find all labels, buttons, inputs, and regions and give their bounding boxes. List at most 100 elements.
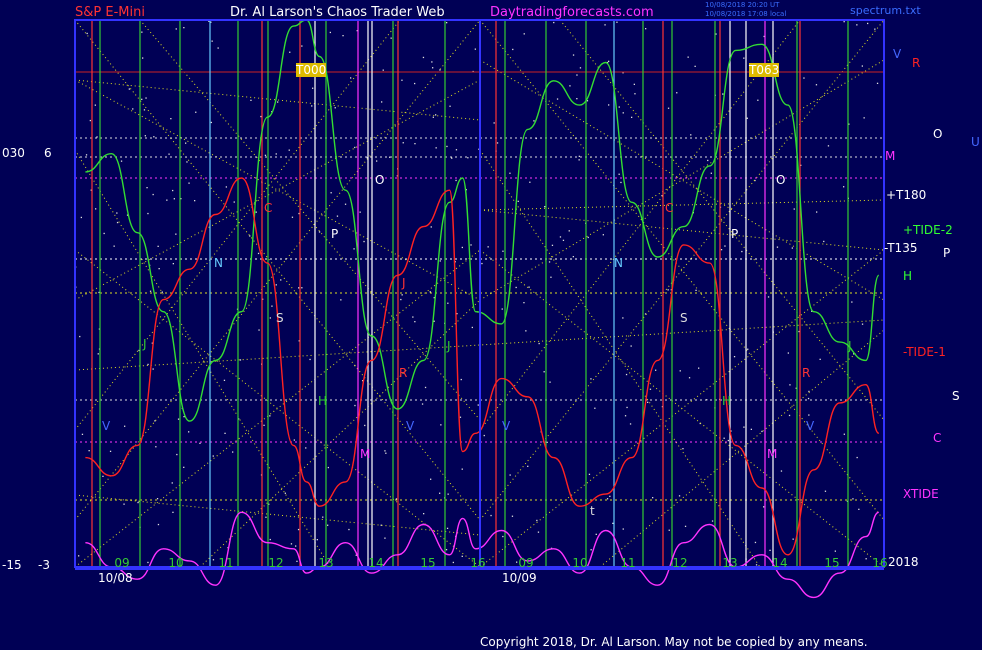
star-dot xyxy=(142,57,144,59)
star-dot xyxy=(620,181,622,184)
marker-t000: T000 xyxy=(296,63,327,77)
star-dot xyxy=(263,424,265,426)
event-letter: S xyxy=(276,311,284,325)
star-dot xyxy=(103,232,105,235)
star-dot xyxy=(843,186,845,188)
star-dot xyxy=(183,466,185,468)
star-dot xyxy=(446,527,449,529)
star-dot xyxy=(538,342,540,345)
star-dot xyxy=(467,157,469,159)
star-dot xyxy=(568,230,570,232)
star-dot xyxy=(166,199,168,201)
star-dot xyxy=(336,215,339,217)
star-dot xyxy=(722,93,724,95)
star-dot xyxy=(815,84,818,86)
event-letter: J xyxy=(847,339,852,353)
star-dot xyxy=(856,456,858,459)
hour-tick-label: 14 xyxy=(368,556,383,570)
star-dot xyxy=(342,35,344,37)
star-dot xyxy=(340,299,342,301)
star-dot xyxy=(481,262,483,265)
star-dot xyxy=(88,450,90,452)
star-dot xyxy=(354,146,356,149)
site-link[interactable]: Daytradingforecasts.com xyxy=(490,5,654,20)
star-dot xyxy=(695,289,697,291)
right-label-o: O xyxy=(933,127,943,141)
star-dot xyxy=(509,474,511,476)
star-dot xyxy=(490,514,492,517)
right-label-p: P xyxy=(943,246,951,260)
star-dot xyxy=(430,478,432,480)
star-dot xyxy=(647,401,649,403)
hour-tick-label: 09 xyxy=(114,556,129,570)
hour-tick-label: 12 xyxy=(268,556,283,570)
star-dot xyxy=(429,291,431,293)
star-dot xyxy=(439,260,441,262)
star-dot xyxy=(763,506,765,508)
star-dot xyxy=(788,414,791,417)
star-dot xyxy=(264,154,267,156)
star-dot xyxy=(861,323,864,325)
event-letter: H xyxy=(318,394,327,408)
star-dot xyxy=(631,116,633,118)
hour-tick-label: 13 xyxy=(318,556,333,570)
star-dot xyxy=(173,198,175,200)
star-dot xyxy=(750,428,752,430)
star-dot xyxy=(153,136,155,138)
right-label-c: C xyxy=(933,431,942,445)
hour-tick-label: 09 xyxy=(518,556,533,570)
star-dot xyxy=(688,377,691,379)
hour-tick-label: 12 xyxy=(672,556,687,570)
star-dot xyxy=(233,201,235,203)
star-dot xyxy=(733,356,736,358)
star-dot xyxy=(223,379,226,381)
star-dot xyxy=(827,145,830,147)
star-dot xyxy=(102,475,104,477)
star-dot xyxy=(312,87,314,89)
star-dot xyxy=(291,216,294,218)
star-dot xyxy=(791,247,793,249)
star-dot xyxy=(515,286,517,289)
star-dot xyxy=(787,352,789,354)
star-dot xyxy=(824,490,827,492)
star-dot xyxy=(239,359,242,361)
star-dot xyxy=(211,40,213,42)
star-dot xyxy=(743,426,745,428)
author-title: Dr. Al Larson's Chaos Trader Web xyxy=(230,5,445,20)
star-dot xyxy=(424,386,427,389)
star-dot xyxy=(769,549,771,551)
star-dot xyxy=(529,181,531,183)
star-dot xyxy=(275,284,277,286)
instrument-label: S&P E-Mini xyxy=(75,5,145,20)
star-dot xyxy=(255,211,257,213)
star-dot xyxy=(512,48,514,51)
star-dot xyxy=(553,21,555,24)
star-dot xyxy=(608,104,610,106)
star-dot xyxy=(95,208,97,210)
star-dot xyxy=(629,423,632,425)
star-dot xyxy=(199,442,201,444)
star-dot xyxy=(727,439,729,442)
star-dot xyxy=(141,98,143,100)
event-letter: J xyxy=(401,276,406,290)
event-letter: t xyxy=(590,504,595,518)
scale-bottom-right: -3 xyxy=(38,558,50,572)
star-dot xyxy=(588,473,591,475)
star-dot xyxy=(474,48,476,50)
star-dot xyxy=(120,160,123,162)
timestamp-ut: 10/08/2018 20:20 UT xyxy=(705,1,780,9)
right-label-tide2: +TIDE-2 xyxy=(903,223,953,237)
event-letter: M xyxy=(767,447,777,461)
event-letter: N xyxy=(214,256,223,270)
star-dot xyxy=(549,381,551,383)
star-dot xyxy=(496,142,499,144)
star-dot xyxy=(177,418,180,420)
star-dot xyxy=(288,149,290,151)
event-letter: C xyxy=(665,201,673,215)
star-dot xyxy=(89,119,91,122)
star-dot xyxy=(625,373,628,376)
star-dot xyxy=(269,317,271,319)
star-dot xyxy=(527,465,529,467)
copyright-text: Copyright 2018, Dr. Al Larson. May not b… xyxy=(480,635,868,649)
star-dot xyxy=(569,85,571,87)
